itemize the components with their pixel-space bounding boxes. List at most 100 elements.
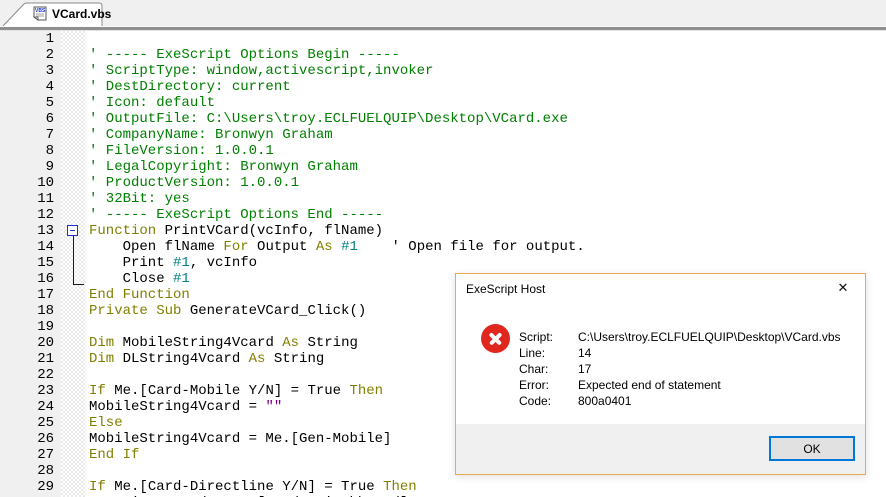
fold-margin [61,191,86,207]
code-text[interactable]: ' ProductVersion: 1.0.0.1 [86,175,299,191]
code-text[interactable]: MobileString4Vcard = Me.[Gen-Mobile] [86,431,391,447]
code-text[interactable]: Function PrintVCard(vcInfo, flName) [86,223,383,239]
field-script: Script: C:\Users\troy.ECLFUELQUIP\Desktop… [519,329,841,345]
fold-margin [61,431,86,447]
line-number: 7 [0,127,61,143]
field-code: Code: 800a0401 [519,393,841,409]
code-text[interactable]: ' ----- ExeScript Options End ----- [86,207,383,223]
code-text[interactable]: Dim MobileString4Vcard As String [86,335,358,351]
fold-margin [61,351,86,367]
code-text[interactable]: ' DestDirectory: current [86,79,291,95]
error-icon [481,324,510,353]
code-text[interactable] [86,463,89,479]
field-label: Code: [519,394,552,408]
code-text[interactable]: Private Sub GenerateVCard_Click() [86,303,366,319]
code-text[interactable]: ' Icon: default [86,95,215,111]
fold-margin [61,95,86,111]
line-number: 11 [0,191,61,207]
line-number: 9 [0,159,61,175]
line-number: 1 [0,31,61,47]
code-line: 4 ' DestDirectory: current [0,79,886,95]
code-line: 10 ' ProductVersion: 1.0.0.1 [0,175,886,191]
line-number: 18 [0,303,61,319]
code-text[interactable]: ' LegalCopyright: Bronwyn Graham [86,159,358,175]
dialog-title: ExeScript Host [466,282,546,296]
code-text[interactable]: ' ----- ExeScript Options Begin ----- [86,47,400,63]
code-text[interactable]: If Me.[Card-Directline Y/N] = True Then [86,479,417,495]
code-text[interactable]: Print #1, vcInfo [86,255,257,271]
fold-margin [61,127,86,143]
code-text[interactable]: ' 32Bit: yes [86,191,190,207]
line-number: 22 [0,367,61,383]
line-number: 3 [0,63,61,79]
field-value: C:\Users\troy.ECLFUELQUIP\Desktop\VCard.… [578,330,841,344]
dialog-titlebar[interactable]: ExeScript Host ✕ [456,274,865,302]
line-number: 26 [0,431,61,447]
fold-margin [61,447,86,463]
code-line: 11 ' 32Bit: yes [0,191,886,207]
code-text[interactable]: ' ScriptType: window,activescript,invoke… [86,63,433,79]
code-text[interactable]: If Me.[Card-Mobile Y/N] = True Then [86,383,383,399]
ok-button[interactable]: OK [769,436,855,461]
fold-collapse-icon[interactable] [67,225,78,236]
fold-margin [61,271,86,287]
tab-bar: VBS VCard.vbs [0,0,886,26]
tab-vcard-vbs[interactable]: VBS VCard.vbs [2,2,111,26]
code-text[interactable] [86,31,89,47]
fold-margin [61,223,86,239]
field-value: Expected end of statement [578,378,721,392]
code-line: 29 If Me.[Card-Directline Y/N] = True The… [0,479,886,495]
code-text[interactable] [86,367,89,383]
code-text[interactable]: Open flName For Output As #1 ' Open file… [86,239,585,255]
code-text[interactable]: ' CompanyName: Bronwyn Graham [86,127,333,143]
fold-margin [61,79,86,95]
fold-margin [61,479,86,495]
code-text[interactable]: Else [86,415,123,431]
code-text[interactable] [86,319,89,335]
close-icon[interactable]: ✕ [834,279,852,297]
code-line: 12 ' ----- ExeScript Options End ----- [0,207,886,223]
code-text[interactable]: Close #1 [86,271,190,287]
line-number: 12 [0,207,61,223]
fold-margin [61,143,86,159]
field-label: Error: [519,378,549,392]
line-number: 10 [0,175,61,191]
code-text[interactable]: End If [86,447,139,463]
fold-margin [61,31,86,47]
code-line: 2 ' ----- ExeScript Options Begin ----- [0,47,886,63]
field-line: Line: 14 [519,345,841,361]
line-number: 2 [0,47,61,63]
code-text[interactable]: ' FileVersion: 1.0.0.1 [86,143,274,159]
line-number: 23 [0,383,61,399]
line-number: 13 [0,223,61,239]
fold-margin [61,367,86,383]
fold-margin [61,159,86,175]
fold-margin [61,335,86,351]
code-text[interactable]: End Function [86,287,190,303]
code-line: 13 Function PrintVCard(vcInfo, flName) [0,223,886,239]
code-text[interactable]: MobileString4Vcard = "" [86,399,282,415]
fold-margin [61,399,86,415]
field-label: Char: [519,362,549,376]
fold-margin [61,47,86,63]
fold-margin [61,383,86,399]
fold-margin [61,415,86,431]
fold-margin [61,239,86,255]
code-text[interactable]: Dim DLString4Vcard As String [86,351,324,367]
fold-margin [61,319,86,335]
dialog-footer: OK [456,424,865,474]
fold-margin [61,255,86,271]
line-number: 28 [0,463,61,479]
fold-margin [61,175,86,191]
fold-margin [61,287,86,303]
field-label: Script: [519,330,554,344]
line-number: 5 [0,95,61,111]
error-details: Script: C:\Users\troy.ECLFUELQUIP\Desktop… [519,329,841,409]
line-number: 29 [0,479,61,495]
tab-label: VCard.vbs [52,7,112,21]
code-line: 5 ' Icon: default [0,95,886,111]
fold-margin [61,463,86,479]
fold-margin [61,303,86,319]
line-number: 19 [0,319,61,335]
code-text[interactable]: ' OutputFile: C:\Users\troy.ECLFUELQUIP\… [86,111,568,127]
